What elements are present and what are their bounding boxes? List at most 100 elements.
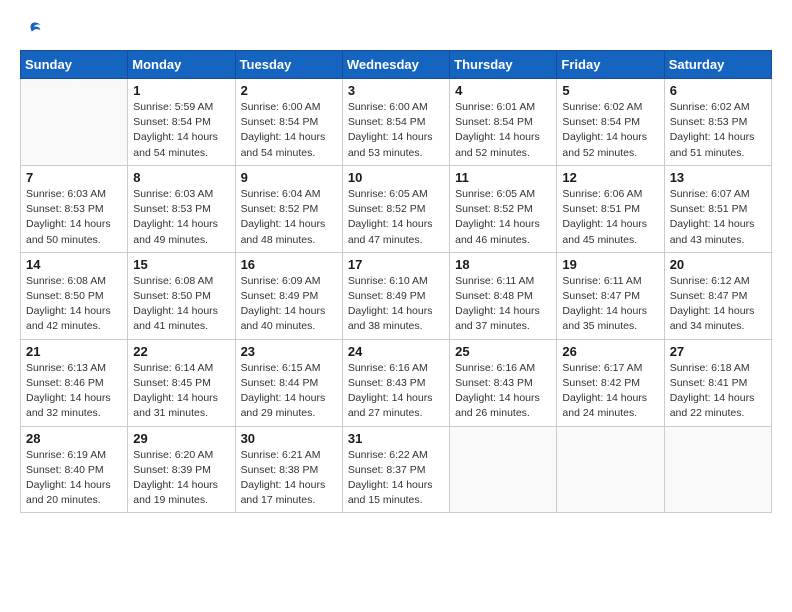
calendar-cell: 12Sunrise: 6:06 AMSunset: 8:51 PMDayligh… [557, 165, 664, 252]
calendar-week-row: 21 Sunrise: 6:13 AMSunset: 8:46 PMDayligh… [21, 339, 772, 426]
day-number: 18 [455, 257, 551, 272]
day-number: 9 [241, 170, 337, 185]
calendar-cell: 5Sunrise: 6:02 AMSunset: 8:54 PMDaylight… [557, 79, 664, 166]
cell-info: Sunrise: 6:05 AMSunset: 8:52 PMDaylight:… [455, 187, 551, 248]
calendar-table: SundayMondayTuesdayWednesdayThursdayFrid… [20, 50, 772, 513]
day-number: 30 [241, 431, 337, 446]
calendar-cell: 1Sunrise: 5:59 AMSunset: 8:54 PMDaylight… [128, 79, 235, 166]
cell-info: Sunrise: 6:16 AMSunset: 8:43 PMDaylight:… [348, 361, 444, 422]
day-number: 21 [26, 344, 122, 359]
cell-info: Sunrise: 6:22 AMSunset: 8:37 PMDaylight:… [348, 448, 444, 509]
day-number: 28 [26, 431, 122, 446]
calendar-cell: 27 Sunrise: 6:18 AMSunset: 8:41 PMDayligh… [664, 339, 771, 426]
calendar-cell: 22 Sunrise: 6:14 AMSunset: 8:45 PMDayligh… [128, 339, 235, 426]
day-number: 31 [348, 431, 444, 446]
cell-info: Sunrise: 6:21 AMSunset: 8:38 PMDaylight:… [241, 448, 337, 509]
day-number: 13 [670, 170, 766, 185]
calendar-cell: 2 Sunrise: 6:00 AMSunset: 8:54 PMDaylight… [235, 79, 342, 166]
cell-info: Sunrise: 6:06 AMSunset: 8:51 PMDaylight:… [562, 187, 658, 248]
day-number: 16 [241, 257, 337, 272]
cell-info: Sunrise: 6:19 AMSunset: 8:40 PMDaylight:… [26, 448, 122, 509]
page-header [20, 20, 772, 40]
day-number: 17 [348, 257, 444, 272]
calendar-cell: 30 Sunrise: 6:21 AMSunset: 8:38 PMDayligh… [235, 426, 342, 513]
cell-info: Sunrise: 6:01 AMSunset: 8:54 PMDaylight:… [455, 100, 551, 161]
cell-info: Sunrise: 6:04 AMSunset: 8:52 PMDaylight:… [241, 187, 337, 248]
day-number: 27 [670, 344, 766, 359]
day-number: 3 [348, 83, 444, 98]
calendar-cell: 23Sunrise: 6:15 AMSunset: 8:44 PMDayligh… [235, 339, 342, 426]
calendar-week-row: 1Sunrise: 5:59 AMSunset: 8:54 PMDaylight… [21, 79, 772, 166]
weekday-header-thursday: Thursday [450, 51, 557, 79]
cell-info: Sunrise: 6:00 AMSunset: 8:54 PMDaylight:… [241, 100, 337, 161]
cell-info: Sunrise: 6:12 AMSunset: 8:47 PMDaylight:… [670, 274, 766, 335]
day-number: 7 [26, 170, 122, 185]
calendar-cell: 18 Sunrise: 6:11 AMSunset: 8:48 PMDayligh… [450, 252, 557, 339]
calendar-cell: 17 Sunrise: 6:10 AMSunset: 8:49 PMDayligh… [342, 252, 449, 339]
logo-bird-icon [22, 20, 42, 40]
calendar-cell: 29 Sunrise: 6:20 AMSunset: 8:39 PMDayligh… [128, 426, 235, 513]
day-number: 8 [133, 170, 229, 185]
day-number: 29 [133, 431, 229, 446]
calendar-cell: 13 Sunrise: 6:07 AMSunset: 8:51 PMDayligh… [664, 165, 771, 252]
calendar-week-row: 28 Sunrise: 6:19 AMSunset: 8:40 PMDayligh… [21, 426, 772, 513]
cell-info: Sunrise: 6:00 AMSunset: 8:54 PMDaylight:… [348, 100, 444, 161]
cell-info: Sunrise: 6:15 AMSunset: 8:44 PMDaylight:… [241, 361, 337, 422]
day-number: 22 [133, 344, 229, 359]
calendar-cell: 24 Sunrise: 6:16 AMSunset: 8:43 PMDayligh… [342, 339, 449, 426]
cell-info: Sunrise: 6:16 AMSunset: 8:43 PMDaylight:… [455, 361, 551, 422]
cell-info: Sunrise: 5:59 AMSunset: 8:54 PMDaylight:… [133, 100, 229, 161]
calendar-cell: 19 Sunrise: 6:11 AMSunset: 8:47 PMDayligh… [557, 252, 664, 339]
cell-info: Sunrise: 6:03 AMSunset: 8:53 PMDaylight:… [133, 187, 229, 248]
cell-info: Sunrise: 6:07 AMSunset: 8:51 PMDaylight:… [670, 187, 766, 248]
cell-info: Sunrise: 6:03 AMSunset: 8:53 PMDaylight:… [26, 187, 122, 248]
calendar-cell: 9 Sunrise: 6:04 AMSunset: 8:52 PMDaylight… [235, 165, 342, 252]
calendar-cell: 14 Sunrise: 6:08 AMSunset: 8:50 PMDayligh… [21, 252, 128, 339]
cell-info: Sunrise: 6:14 AMSunset: 8:45 PMDaylight:… [133, 361, 229, 422]
calendar-cell [557, 426, 664, 513]
calendar-header-row: SundayMondayTuesdayWednesdayThursdayFrid… [21, 51, 772, 79]
calendar-cell: 16Sunrise: 6:09 AMSunset: 8:49 PMDayligh… [235, 252, 342, 339]
calendar-cell: 7 Sunrise: 6:03 AMSunset: 8:53 PMDaylight… [21, 165, 128, 252]
cell-info: Sunrise: 6:13 AMSunset: 8:46 PMDaylight:… [26, 361, 122, 422]
day-number: 11 [455, 170, 551, 185]
day-number: 20 [670, 257, 766, 272]
calendar-cell [21, 79, 128, 166]
weekday-header-tuesday: Tuesday [235, 51, 342, 79]
calendar-cell: 3 Sunrise: 6:00 AMSunset: 8:54 PMDaylight… [342, 79, 449, 166]
cell-info: Sunrise: 6:02 AMSunset: 8:53 PMDaylight:… [670, 100, 766, 161]
cell-info: Sunrise: 6:08 AMSunset: 8:50 PMDaylight:… [133, 274, 229, 335]
weekday-header-monday: Monday [128, 51, 235, 79]
weekday-header-friday: Friday [557, 51, 664, 79]
calendar-cell: 26 Sunrise: 6:17 AMSunset: 8:42 PMDayligh… [557, 339, 664, 426]
day-number: 19 [562, 257, 658, 272]
calendar-cell: 20 Sunrise: 6:12 AMSunset: 8:47 PMDayligh… [664, 252, 771, 339]
day-number: 2 [241, 83, 337, 98]
weekday-header-saturday: Saturday [664, 51, 771, 79]
cell-info: Sunrise: 6:20 AMSunset: 8:39 PMDaylight:… [133, 448, 229, 509]
cell-info: Sunrise: 6:18 AMSunset: 8:41 PMDaylight:… [670, 361, 766, 422]
cell-info: Sunrise: 6:10 AMSunset: 8:49 PMDaylight:… [348, 274, 444, 335]
calendar-cell [664, 426, 771, 513]
day-number: 15 [133, 257, 229, 272]
cell-info: Sunrise: 6:17 AMSunset: 8:42 PMDaylight:… [562, 361, 658, 422]
day-number: 14 [26, 257, 122, 272]
day-number: 5 [562, 83, 658, 98]
calendar-cell: 15 Sunrise: 6:08 AMSunset: 8:50 PMDayligh… [128, 252, 235, 339]
day-number: 10 [348, 170, 444, 185]
day-number: 6 [670, 83, 766, 98]
cell-info: Sunrise: 6:11 AMSunset: 8:47 PMDaylight:… [562, 274, 658, 335]
weekday-header-sunday: Sunday [21, 51, 128, 79]
calendar-cell: 4 Sunrise: 6:01 AMSunset: 8:54 PMDaylight… [450, 79, 557, 166]
day-number: 26 [562, 344, 658, 359]
calendar-cell: 21 Sunrise: 6:13 AMSunset: 8:46 PMDayligh… [21, 339, 128, 426]
day-number: 24 [348, 344, 444, 359]
calendar-week-row: 14 Sunrise: 6:08 AMSunset: 8:50 PMDayligh… [21, 252, 772, 339]
day-number: 4 [455, 83, 551, 98]
calendar-cell: 28 Sunrise: 6:19 AMSunset: 8:40 PMDayligh… [21, 426, 128, 513]
logo [20, 20, 42, 40]
cell-info: Sunrise: 6:08 AMSunset: 8:50 PMDaylight:… [26, 274, 122, 335]
calendar-cell: 31 Sunrise: 6:22 AMSunset: 8:37 PMDayligh… [342, 426, 449, 513]
calendar-week-row: 7 Sunrise: 6:03 AMSunset: 8:53 PMDaylight… [21, 165, 772, 252]
cell-info: Sunrise: 6:11 AMSunset: 8:48 PMDaylight:… [455, 274, 551, 335]
